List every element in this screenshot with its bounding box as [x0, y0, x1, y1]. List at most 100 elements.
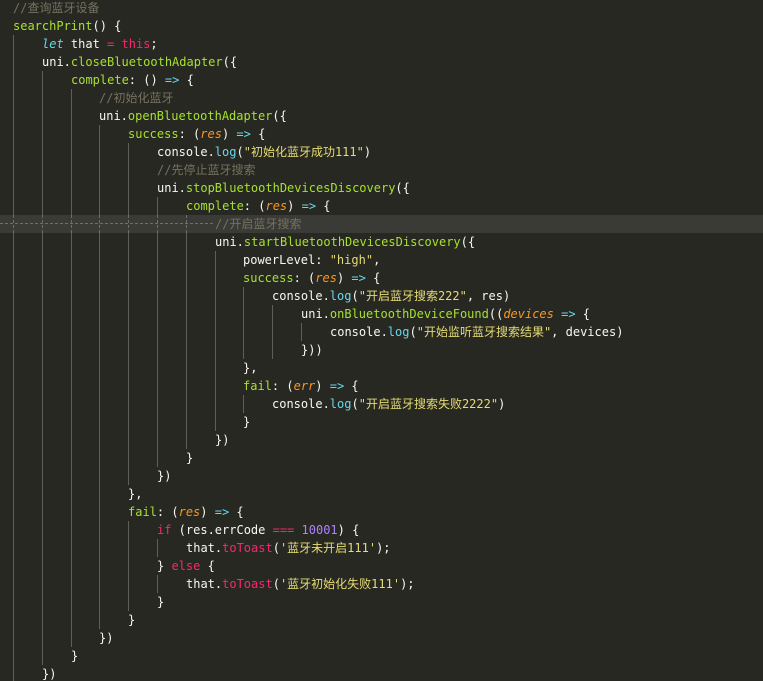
- code-line[interactable]: },: [0, 359, 763, 377]
- indent-guide: [157, 215, 158, 233]
- code-token: console.: [272, 289, 330, 303]
- code-line[interactable]: console.log("开启蓝牙搜索失败2222"): [0, 395, 763, 413]
- code-text: success: (res) => {: [128, 125, 265, 143]
- code-line[interactable]: }): [0, 431, 763, 449]
- code-line[interactable]: }): [0, 665, 763, 681]
- indent-guide: [13, 395, 14, 413]
- code-line[interactable]: uni.closeBluetoothAdapter({: [0, 53, 763, 71]
- code-text: uni.startBluetoothDevicesDiscovery({: [215, 233, 475, 251]
- code-token: let: [42, 37, 64, 51]
- indent-guide: [128, 341, 129, 359]
- indent-guide: [215, 305, 216, 323]
- code-token: },: [128, 487, 143, 501]
- code-line[interactable]: }: [0, 593, 763, 611]
- code-editor[interactable]: //查询蓝牙设备 searchPrint() {let that = this; u…: [0, 0, 763, 681]
- code-token: uni.: [42, 55, 71, 69]
- code-line[interactable]: if (res.errCode === 10001) {: [0, 521, 763, 539]
- code-token: "开启蓝牙搜索222": [358, 289, 467, 303]
- code-line[interactable]: //先停止蓝牙搜索: [0, 161, 763, 179]
- code-token: (: [272, 577, 280, 591]
- code-line[interactable]: //查询蓝牙设备: [0, 0, 763, 17]
- indent-guide: [71, 539, 72, 557]
- code-line[interactable]: fail: (err) => {: [0, 377, 763, 395]
- indent-guide: [128, 161, 129, 179]
- indent-guide: [13, 377, 14, 395]
- code-line[interactable]: console.log("开始监听蓝牙搜索结果", devices): [0, 323, 763, 341]
- indent-guide: [42, 323, 43, 341]
- code-line[interactable]: complete: (res) => {: [0, 197, 763, 215]
- code-line[interactable]: }: [0, 647, 763, 665]
- code-line[interactable]: }: [0, 413, 763, 431]
- code-token: powerLevel:: [243, 253, 330, 267]
- code-token: that.: [186, 577, 223, 591]
- code-line[interactable]: //初始化蓝牙: [0, 89, 763, 107]
- code-token: stopBluetoothDevicesDiscovery: [185, 181, 396, 195]
- code-text: }): [42, 665, 56, 681]
- indent-guide: [99, 305, 100, 323]
- indent-guide: [157, 449, 158, 467]
- code-line[interactable]: }: [0, 449, 763, 467]
- code-text: fail: (err) => {: [243, 377, 359, 395]
- code-token: "开启蓝牙搜索失败2222": [358, 397, 499, 411]
- code-line[interactable]: },: [0, 485, 763, 503]
- indent-guide: [71, 485, 72, 503]
- code-text: } else {: [157, 557, 215, 575]
- code-line[interactable]: uni.onBluetoothDeviceFound((devices => {: [0, 305, 763, 323]
- code-line[interactable]: console.log("初始化蓝牙成功111"): [0, 143, 763, 161]
- indent-guide: [71, 449, 72, 467]
- code-line[interactable]: //开启蓝牙搜索: [0, 215, 763, 233]
- indent-guide: [186, 377, 187, 395]
- code-line[interactable]: success: (res) => {: [0, 269, 763, 287]
- code-text: uni.onBluetoothDeviceFound((devices => {: [301, 305, 590, 323]
- indent-guide: [42, 395, 43, 413]
- indent-guide: [13, 647, 14, 665]
- code-line[interactable]: let that = this;: [0, 35, 763, 53]
- indent-guide: [157, 575, 158, 593]
- code-line[interactable]: uni.openBluetoothAdapter({: [0, 107, 763, 125]
- code-token: success: [128, 127, 179, 141]
- indent-guide: [13, 575, 14, 593]
- indent-guide: [128, 377, 129, 395]
- code-line[interactable]: that.toToast('蓝牙未开启111');: [0, 539, 763, 557]
- code-token: //开启蓝牙搜索: [215, 217, 302, 231]
- indent-guide: [215, 359, 216, 377]
- code-line[interactable]: searchPrint() {: [0, 17, 763, 35]
- code-token: }: [243, 415, 251, 429]
- code-line[interactable]: complete: () => {: [0, 71, 763, 89]
- code-token: : (: [156, 505, 179, 519]
- code-token: }: [71, 649, 79, 663]
- code-line[interactable]: }: [0, 611, 763, 629]
- code-token: (: [351, 397, 359, 411]
- code-line[interactable]: }): [0, 629, 763, 647]
- indent-guide: [128, 197, 129, 215]
- code-line[interactable]: powerLevel: "high",: [0, 251, 763, 269]
- code-line[interactable]: that.toToast('蓝牙初始化失败111');: [0, 575, 763, 593]
- code-line[interactable]: uni.stopBluetoothDevicesDiscovery({: [0, 179, 763, 197]
- indent-guide: [157, 323, 158, 341]
- code-line[interactable]: }): [0, 467, 763, 485]
- code-text: let that = this;: [42, 35, 158, 53]
- indent-guide: [71, 179, 72, 197]
- indent-guide: [99, 341, 100, 359]
- code-line[interactable]: } else {: [0, 557, 763, 575]
- indent-guide: [71, 629, 72, 647]
- indent-guide: [13, 143, 14, 161]
- code-token: , devices): [551, 325, 624, 339]
- indent-guide: [157, 269, 158, 287]
- code-text: uni.openBluetoothAdapter({: [99, 107, 287, 125]
- code-token: complete: [71, 73, 129, 87]
- indent-guide: [128, 305, 129, 323]
- code-line[interactable]: success: (res) => {: [0, 125, 763, 143]
- code-line[interactable]: })): [0, 341, 763, 359]
- indent-guide: [71, 251, 72, 269]
- code-line[interactable]: fail: (res) => {: [0, 503, 763, 521]
- code-line[interactable]: uni.startBluetoothDevicesDiscovery({: [0, 233, 763, 251]
- indent-guide: [99, 323, 100, 341]
- indent-guide: [71, 107, 72, 125]
- code-text: searchPrint() {: [13, 17, 121, 35]
- code-token: ) {: [337, 523, 360, 537]
- indent-guide: [128, 431, 129, 449]
- code-line[interactable]: console.log("开启蓝牙搜索222", res): [0, 287, 763, 305]
- indent-guide: [42, 413, 43, 431]
- indent-guide: [13, 413, 14, 431]
